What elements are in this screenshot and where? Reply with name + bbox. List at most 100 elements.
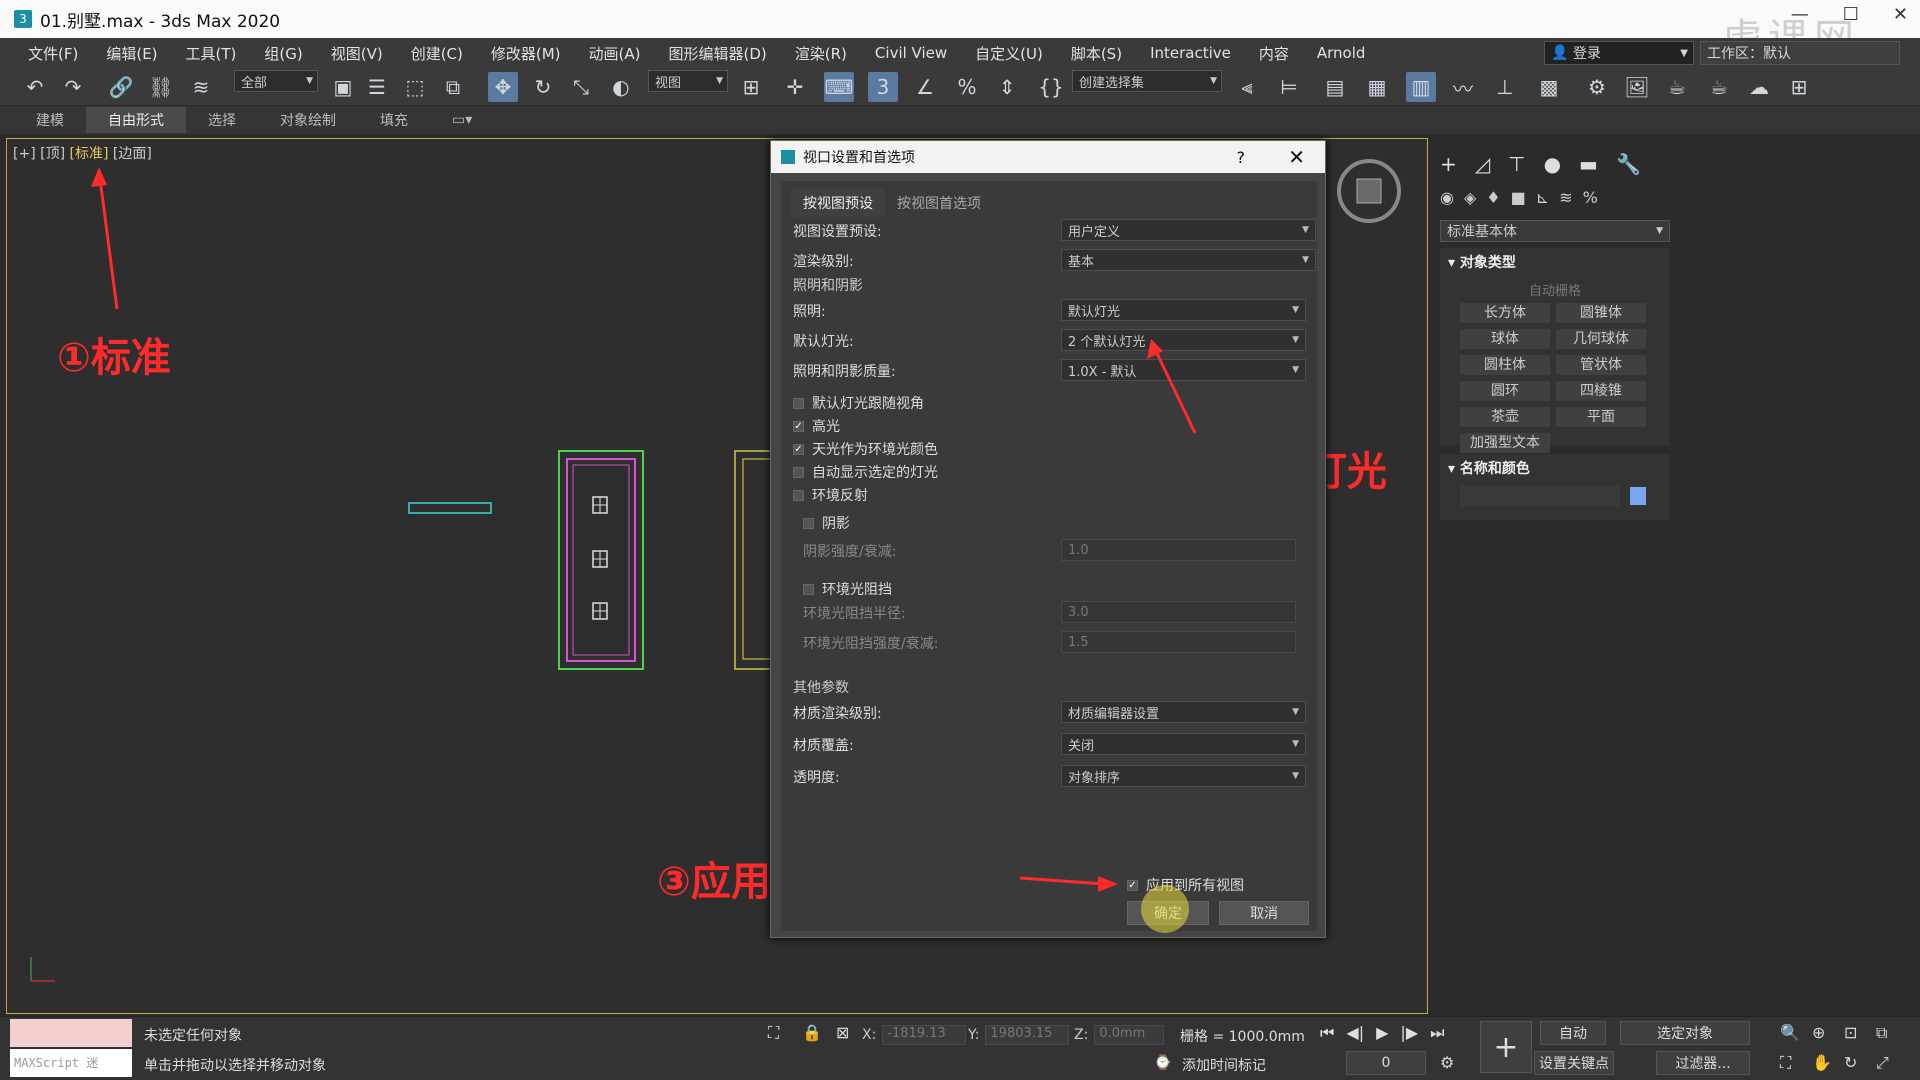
object-color-swatch[interactable] [1630,487,1646,505]
ambient-occlusion-checkbox[interactable]: 环境光阻挡 [803,579,892,599]
ribbon-tab-selection[interactable]: 选择 [186,107,258,133]
menu-create[interactable]: 创建(C) [397,43,477,64]
window-crossing-icon[interactable]: ⧉ [438,72,468,102]
shapes-icon[interactable]: ◈ [1464,188,1476,207]
go-to-end-icon[interactable]: ⏭ [1430,1023,1444,1043]
skylight-ambient-checkbox[interactable]: ✓ 天光作为环境光颜色 [793,439,938,459]
grid-icon[interactable]: ⊞ [1784,72,1814,102]
apply-all-views-checkbox[interactable]: ✓ 应用到所有视图 [1127,875,1244,895]
minimize-icon[interactable]: — [1791,4,1809,25]
name-color-header[interactable]: ▾ 名称和颜色 [1440,454,1670,482]
material-override-dropdown[interactable]: 关闭 ▼ [1061,733,1306,755]
next-frame-icon[interactable]: |▶ [1400,1023,1418,1043]
schematic-view-icon[interactable]: ⊥ [1490,72,1520,102]
menu-views[interactable]: 视图(V) [317,43,397,64]
menu-graph-editors[interactable]: 图形编辑器(D) [655,43,781,64]
select-rotate-icon[interactable]: ↻ [528,72,558,102]
maxscript-input[interactable]: MAXScript 迷 [10,1049,132,1077]
material-editor-icon[interactable]: ▩ [1534,72,1564,102]
unlink-icon[interactable]: ⛓ [146,72,176,102]
pan-icon[interactable]: ✋ [1812,1053,1832,1072]
ribbon-options-icon[interactable]: ▭▾ [430,109,494,131]
maximize-icon[interactable]: ☐ [1843,4,1859,25]
default-lights-dropdown[interactable]: 2 个默认灯光 ▼ [1061,329,1306,351]
lighting-dropdown[interactable]: 默认灯光 ▼ [1061,299,1306,321]
snaps-toggle-icon[interactable]: 3 [868,72,898,102]
object-name-field[interactable] [1460,486,1620,506]
layer-explorer-icon[interactable]: ▤ [1320,72,1350,102]
time-tag-icon[interactable]: ⌚ [1154,1055,1171,1071]
z-field[interactable]: 0.0mm [1094,1025,1165,1045]
y-field[interactable]: 19803.15 [985,1025,1070,1045]
highlights-checkbox[interactable]: ✓ 高光 [793,416,840,436]
menu-modifiers[interactable]: 修改器(M) [477,43,575,64]
pivot-center-icon[interactable]: ⊞ [736,72,766,102]
zoom-all-icon[interactable]: ⊕ [1812,1023,1825,1042]
menu-scripting[interactable]: 脚本(S) [1057,43,1136,64]
ok-button[interactable]: 确定 [1127,901,1209,925]
dialog-close-icon[interactable]: ✕ [1288,145,1305,169]
hierarchy-tab-icon[interactable]: ⊤ [1508,152,1525,176]
material-level-dropdown[interactable]: 材质编辑器设置 ▼ [1061,701,1306,723]
curve-editor-icon[interactable]: 〰 [1448,72,1478,102]
field-of-view-icon[interactable]: ⛶ [1780,1053,1791,1073]
create-tab-icon[interactable]: + [1440,152,1457,176]
quality-dropdown[interactable]: 1.0X - 默认 ▼ [1061,359,1306,381]
link-icon[interactable]: 🔗 [106,72,136,102]
zoom-icon[interactable]: 🔍 [1780,1023,1800,1042]
systems-icon[interactable]: % [1583,188,1598,207]
toggle-ribbon-icon[interactable]: ▦ [1362,72,1392,102]
set-key-icon[interactable]: + [1480,1021,1532,1073]
ao-radius-spinner[interactable]: 3.0 [1061,601,1296,623]
cone-button[interactable]: 圆锥体 [1556,303,1646,323]
redo-icon[interactable]: ↷ [58,72,88,102]
edit-named-selection-icon[interactable]: {} [1036,72,1066,102]
menu-content[interactable]: 内容 [1245,43,1303,64]
keyboard-shortcut-override-icon[interactable]: ⌨ [824,72,854,102]
maxscript-output[interactable] [10,1019,132,1047]
render-setup-icon[interactable]: ⚙ [1582,72,1612,102]
motion-tab-icon[interactable]: ● [1544,152,1561,176]
default-light-follow-checkbox[interactable]: 默认灯光跟随视角 [793,393,924,413]
selection-filter-dropdown[interactable]: 全部 ▼ [234,70,318,92]
undo-icon[interactable]: ↶ [20,72,50,102]
help-icon[interactable]: ? [1237,148,1246,167]
rendered-frame-window-icon[interactable]: 🖼 [1622,72,1652,102]
tab-per-view-preference[interactable]: 按视图首选项 [885,189,993,217]
object-type-header[interactable]: ▾ 对象类型 [1440,248,1670,276]
ribbon-tab-freeform[interactable]: 自由形式 [86,107,186,133]
viewcube-face[interactable] [1356,178,1382,204]
select-place-icon[interactable]: ◐ [606,72,636,102]
space-warps-icon[interactable]: ≋ [1559,188,1572,207]
utilities-tab-icon[interactable]: 🔧 [1616,152,1641,176]
ribbon-tab-object-paint[interactable]: 对象绘制 [258,107,358,133]
align-icon[interactable]: ⊨ [1274,72,1304,102]
torus-button[interactable]: 圆环 [1460,381,1550,401]
angle-snap-icon[interactable]: ∠ [910,72,940,102]
rect-selection-icon[interactable]: ⬚ [400,72,430,102]
maximize-viewport-icon[interactable]: ⤢ [1876,1053,1889,1073]
set-key-button[interactable]: 设置关键点 [1534,1051,1614,1075]
plane-button[interactable]: 平面 [1556,407,1646,427]
tube-button[interactable]: 管状体 [1556,355,1646,375]
object-category-dropdown[interactable]: 标准基本体 ▼ [1440,220,1670,242]
named-selection-dropdown[interactable]: 创建选择集 ▼ [1072,70,1222,92]
maxscript-listener[interactable]: MAXScript 迷 [10,1019,132,1079]
building-outline-green[interactable] [558,450,644,670]
menu-rendering[interactable]: 渲染(R) [781,43,861,64]
reference-coord-dropdown[interactable]: 视图 ▼ [648,70,728,92]
x-field[interactable]: -1819.13 [882,1025,967,1045]
tab-per-view-preset[interactable]: 按视图预设 [791,189,885,217]
display-tab-icon[interactable]: ▬ [1579,152,1598,176]
environment-reflections-checkbox[interactable]: 环境反射 [793,485,868,505]
modify-tab-icon[interactable]: ◿ [1475,152,1490,176]
workspace-dropdown[interactable]: 工作区：默认 [1700,41,1900,65]
mirror-icon[interactable]: ⫷ [1232,72,1262,102]
spinner-snap-icon[interactable]: ⇕ [992,72,1022,102]
shadows-checkbox[interactable]: 阴影 [803,513,850,533]
ao-intensity-spinner[interactable]: 1.5 [1061,631,1296,653]
zoom-extents-all-icon[interactable]: ⧉ [1876,1023,1887,1043]
render-level-dropdown[interactable]: 基本 ▼ [1061,249,1316,271]
isolate-icon[interactable]: ⛶ [768,1023,779,1043]
menu-interactive[interactable]: Interactive [1136,44,1245,62]
